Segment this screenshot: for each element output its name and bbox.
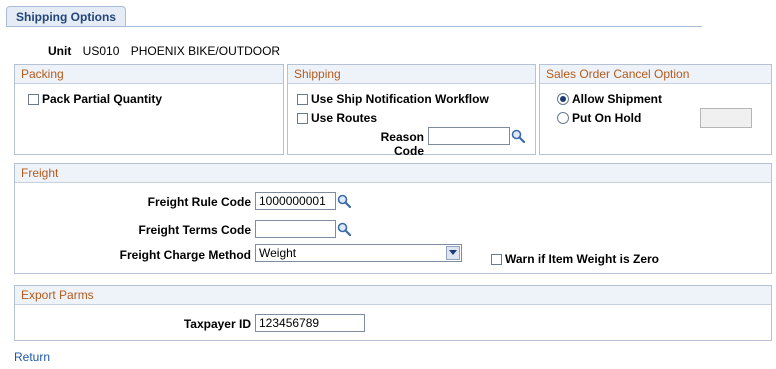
unit-name: PHOENIX BIKE/OUTDOOR — [130, 44, 281, 58]
put-on-hold-radio[interactable]: Put On Hold — [557, 111, 641, 125]
magnifier-icon[interactable] — [337, 194, 351, 208]
warn-weight-zero-checkbox[interactable]: Warn if Item Weight is Zero — [491, 252, 659, 266]
freight-charge-method-label: Freight Charge Method — [119, 248, 251, 262]
checkbox-box[interactable] — [28, 93, 39, 105]
shipping-group: Shipping Use Ship Notification Workflow … — [287, 64, 536, 158]
export-parms-group: Export Parms Taxpayer ID 123456789 — [14, 285, 772, 341]
packing-group: Packing Pack Partial Quantity — [14, 64, 284, 155]
freight-charge-method-value: Weight — [259, 246, 297, 260]
unit-row: Unit US010 PHOENIX BIKE/OUTDOOR — [48, 44, 288, 58]
freight-rule-code-label: Freight Rule Code — [147, 195, 251, 209]
reason-code-input[interactable] — [428, 127, 510, 145]
ship-notification-label: Use Ship Notification Workflow — [311, 92, 489, 106]
taxpayer-id-input[interactable]: 123456789 — [255, 314, 365, 332]
allow-shipment-label: Allow Shipment — [572, 92, 662, 106]
put-on-hold-label: Put On Hold — [572, 111, 642, 125]
magnifier-icon[interactable] — [337, 222, 351, 236]
reason-code-label: Reason Code — [380, 130, 424, 158]
tab-shipping-options[interactable]: Shipping Options — [6, 6, 126, 27]
freight-terms-code-label: Freight Terms Code — [138, 223, 251, 237]
pack-partial-checkbox[interactable]: Pack Partial Quantity — [28, 92, 162, 106]
allow-shipment-radio[interactable]: Allow Shipment — [557, 92, 662, 106]
sales-cancel-group: Sales Order Cancel Option Allow Shipment… — [539, 64, 772, 155]
hold-code-field — [700, 108, 752, 128]
return-link[interactable]: Return — [14, 350, 50, 364]
radio-button[interactable] — [557, 112, 569, 124]
freight-charge-method-select[interactable]: Weight — [255, 244, 462, 262]
use-routes-checkbox[interactable]: Use Routes — [297, 111, 377, 125]
chevron-down-icon[interactable] — [446, 246, 460, 260]
freight-terms-code-input[interactable] — [255, 220, 336, 238]
use-routes-label: Use Routes — [311, 111, 378, 125]
pack-partial-label: Pack Partial Quantity — [42, 92, 163, 106]
shipping-title: Shipping — [288, 65, 535, 84]
checkbox-box[interactable] — [297, 112, 308, 124]
sales-cancel-title: Sales Order Cancel Option — [540, 65, 771, 84]
freight-rule-code-input[interactable]: 1000000001 — [255, 192, 336, 210]
radio-button[interactable] — [557, 93, 569, 105]
ship-notification-checkbox[interactable]: Use Ship Notification Workflow — [297, 92, 489, 106]
checkbox-box[interactable] — [297, 93, 308, 105]
freight-title: Freight — [15, 164, 771, 183]
magnifier-icon[interactable] — [511, 129, 525, 143]
tab-divider — [6, 26, 702, 27]
freight-group: Freight Freight Rule Code 1000000001 Fre… — [14, 163, 772, 274]
export-parms-title: Export Parms — [15, 286, 771, 305]
unit-label: Unit — [48, 44, 72, 58]
warn-weight-zero-label: Warn if Item Weight is Zero — [505, 252, 660, 266]
unit-code: US010 — [82, 44, 120, 58]
taxpayer-id-label: Taxpayer ID — [183, 317, 251, 331]
packing-title: Packing — [15, 65, 283, 84]
checkbox-box[interactable] — [491, 253, 502, 265]
